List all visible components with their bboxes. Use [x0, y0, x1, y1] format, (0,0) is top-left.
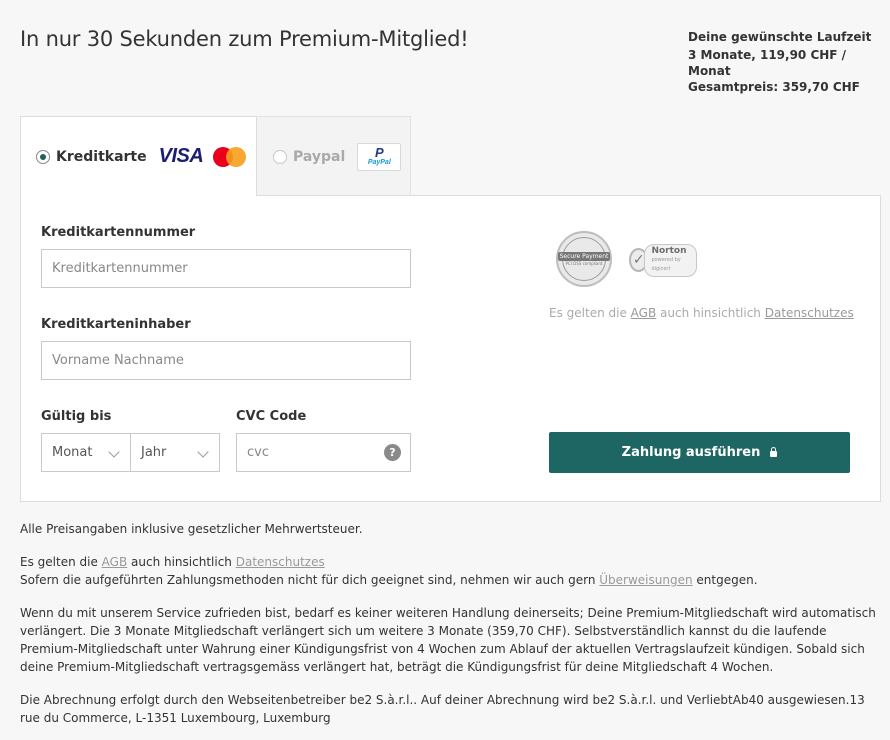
secure-payment-seal: Secure Payment PCI DSS compliant	[556, 231, 612, 287]
year-select[interactable]: Jahr	[130, 433, 220, 472]
renewal-notice: Wenn du mit unserem Service zufrieden bi…	[20, 606, 876, 674]
card-number-label: Kreditkartennummer	[41, 225, 196, 240]
privacy-link[interactable]: Datenschutzes	[765, 306, 854, 320]
pay-button[interactable]: Zahlung ausführen	[549, 432, 850, 473]
paypal-logo-mark: P	[374, 144, 384, 160]
summary-total: Gesamtpreis: 359,70 CHF	[688, 80, 860, 94]
card-holder-input[interactable]: Vorname Nachname	[41, 341, 411, 380]
alt-payment-notice: Sofern die aufgeführten Zahlungsmethoden…	[20, 571, 882, 589]
footer-terms-prefix: Es gelten die	[20, 555, 98, 569]
bank-transfer-link[interactable]: Überweisungen	[599, 573, 692, 587]
footer-terms-middle: auch hinsichtlich	[131, 555, 232, 569]
page-title: In nur 30 Sekunden zum Premium-Mitglied!	[20, 27, 469, 51]
month-select-value: Monat	[52, 445, 93, 460]
card-number-input[interactable]: Kreditkartennummer	[41, 249, 411, 288]
payment-form-card: Kreditkartennummer Kreditkartennummer Kr…	[20, 195, 881, 502]
year-select-value: Jahr	[141, 445, 167, 460]
paypal-logo-word: PayPal	[367, 158, 391, 166]
footer-privacy-link[interactable]: Datenschutzes	[236, 555, 325, 569]
visa-logo: VISA	[158, 145, 204, 167]
footer-agb-link[interactable]: AGB	[102, 555, 128, 569]
norton-title: Norton	[651, 245, 687, 256]
terms-notice: Es gelten die AGB auch hinsichtlich Date…	[549, 306, 854, 320]
agb-link[interactable]: AGB	[631, 306, 657, 320]
cvc-placeholder: cvc	[247, 445, 269, 460]
seal-small-text: PCI DSS compliant	[565, 261, 603, 266]
month-select[interactable]: Monat	[41, 433, 131, 472]
cvc-label: CVC Code	[236, 409, 307, 424]
billing-notice: Die Abrechnung erfolgt durch den Webseit…	[20, 693, 865, 725]
tab-paypal[interactable]: Paypal P PayPal	[256, 116, 411, 196]
summary-plan: 3 Monate, 119,90 CHF / Monat	[688, 48, 847, 78]
terms-prefix: Es gelten die	[549, 306, 627, 320]
chevron-down-icon	[108, 446, 120, 458]
paypal-logo: P PayPal	[357, 142, 402, 171]
tab-kreditkarte-label: Kreditkarte	[56, 148, 147, 165]
order-summary: Deine gewünschte Laufzeit 3 Monate, 119,…	[688, 29, 890, 95]
seal-band-text: Secure Payment	[557, 252, 611, 261]
lock-icon	[770, 446, 778, 457]
norton-secured-seal: ✓ Norton powered by digicert	[629, 240, 697, 280]
radio-paypal[interactable]	[273, 149, 287, 164]
card-holder-label: Kreditkarteninhaber	[41, 317, 191, 332]
valid-until-label: Gültig bis	[41, 409, 112, 424]
card-number-placeholder: Kreditkartennummer	[52, 261, 188, 276]
legal-footer: Alle Preisangaben inklusive gesetzlicher…	[20, 520, 882, 727]
vat-notice: Alle Preisangaben inklusive gesetzlicher…	[20, 522, 363, 536]
pay-button-label: Zahlung ausführen	[621, 445, 761, 460]
norton-sub: powered by digicert	[651, 256, 681, 272]
footer-terms: Es gelten die AGB auch hinsichtlich Date…	[20, 553, 882, 571]
mastercard-logo	[213, 146, 247, 168]
tab-paypal-label: Paypal	[293, 148, 346, 165]
chevron-down-icon	[197, 446, 209, 458]
radio-kreditkarte[interactable]	[36, 149, 50, 164]
cvc-input[interactable]: cvc ?	[236, 433, 411, 472]
help-icon[interactable]: ?	[384, 444, 401, 461]
terms-middle: auch hinsichtlich	[660, 306, 761, 320]
alt-suffix: entgegen.	[696, 573, 758, 587]
card-holder-placeholder: Vorname Nachname	[52, 353, 184, 368]
tab-kreditkarte[interactable]: Kreditkarte VISA	[20, 116, 257, 196]
alt-prefix: Sofern die aufgeführten Zahlungsmethoden…	[20, 573, 596, 587]
summary-heading: Deine gewünschte Laufzeit	[688, 30, 872, 44]
